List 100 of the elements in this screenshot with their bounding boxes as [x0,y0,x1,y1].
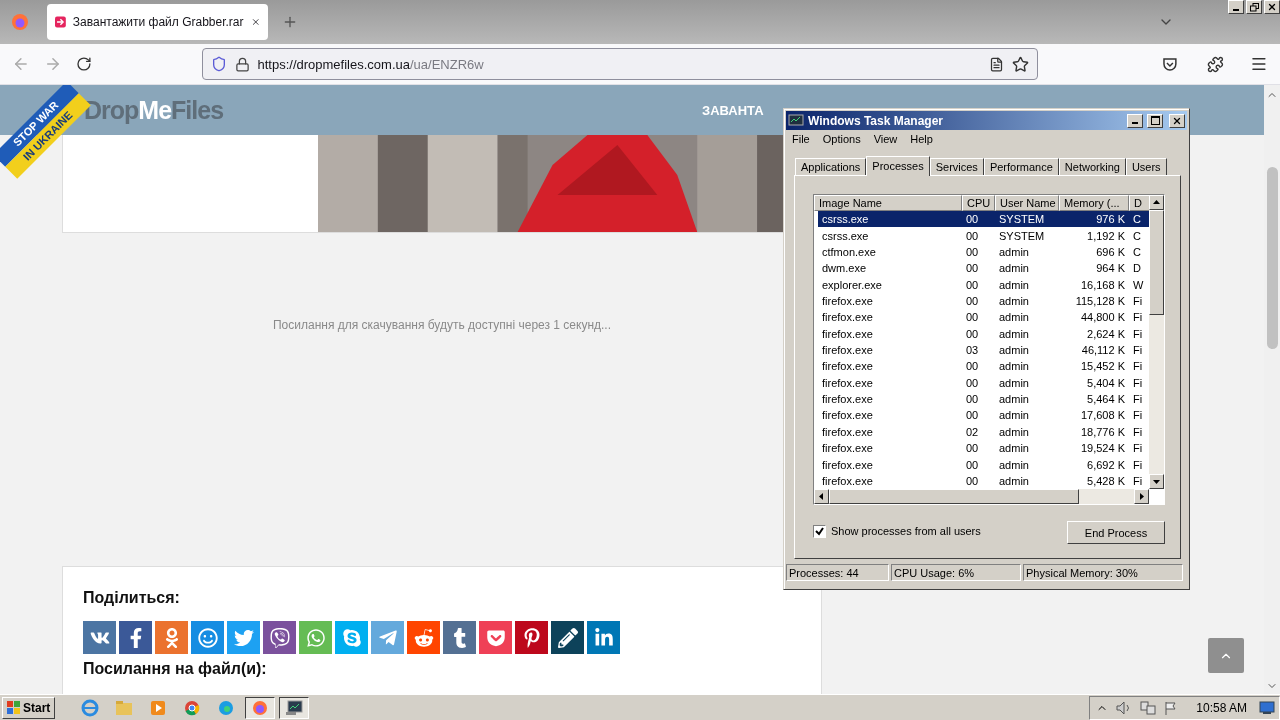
process-row[interactable]: firefox.exe 00 admin 44,800 K Fi [818,309,1149,326]
table-cell-text: dwm.exe [821,262,868,275]
share-button[interactable] [551,621,584,654]
process-row[interactable]: csrss.exe 00 SYSTEM 976 K C [818,211,1149,228]
end-process-button[interactable]: End Process [1067,521,1165,544]
table-cell-text: C [1132,213,1142,226]
process-row[interactable]: csrss.exe 00 SYSTEM 1,192 K C [818,227,1149,244]
share-button[interactable] [263,621,296,654]
table-cell-text: admin [998,425,1030,438]
twitter-icon [233,627,254,648]
table-cell-text: 18,776 K [1079,425,1126,438]
process-row[interactable]: firefox.exe 00 admin 6,692 K Fi [818,456,1149,473]
tab[interactable]: Performance [983,158,1059,175]
share-button[interactable] [119,621,152,654]
tab[interactable]: Processes [866,156,930,176]
lock-icon[interactable] [234,56,250,72]
process-row[interactable]: firefox.exe 00 admin 2,624 K Fi [818,325,1149,342]
share-button[interactable] [443,621,476,654]
process-row[interactable]: firefox.exe 00 admin 5,428 K Fi [818,472,1149,489]
network-icon[interactable] [1140,700,1157,715]
checkbox[interactable] [813,524,826,538]
process-row[interactable]: firefox.exe 00 admin 115,128 K Fi [818,292,1149,310]
pocket-icon[interactable] [1161,56,1178,72]
menu-icon[interactable] [1250,55,1268,73]
restore-button[interactable] [1246,0,1262,14]
table-cell-text: firefox.exe [821,344,874,357]
new-tab-icon[interactable] [282,14,298,30]
column-header[interactable]: User Name [995,195,1059,211]
firefox-taskbar-icon[interactable] [245,696,276,719]
vertical-scrollbar[interactable] [1149,195,1164,489]
viber-icon [269,627,290,648]
table-cell-text: admin [998,262,1030,275]
table-cell-text: D [1132,262,1142,275]
table-cell-text: 17,608 K [1079,409,1126,422]
reload-icon[interactable] [75,56,92,72]
table-cell-text: Fi [1132,344,1144,357]
clock[interactable]: 10:58 AM [1196,700,1247,715]
table-cell-text: SYSTEM [998,213,1046,226]
shield-icon[interactable] [210,56,227,72]
left-arrow-icon [818,493,825,500]
menu-item[interactable]: File [792,133,810,145]
table-cell-text: firefox.exe [821,409,874,422]
reader-icon[interactable] [988,56,1004,72]
table-cell-text: C [1132,245,1142,258]
tab[interactable]: Networking [1058,158,1126,175]
table-cell-text: 976 K [1095,213,1126,226]
extensions-icon[interactable] [1207,55,1225,73]
table-cell-text: 15,452 K [1079,360,1126,373]
minimize-button[interactable] [1127,113,1143,128]
table-cell-text: Fi [1132,311,1144,324]
tab[interactable]: Applications [795,158,867,175]
table-cell-text: admin [998,409,1030,422]
tab[interactable]: Services [929,158,984,175]
table-cell-text: 00 [965,474,980,487]
process-row[interactable]: ctfmon.exe 00 admin 696 K C [818,243,1149,261]
address-field[interactable]: https://dropmefiles.com.ua/ua/ENZR6w [201,48,1038,80]
process-row[interactable]: firefox.exe 00 admin 17,608 K Fi [818,407,1149,424]
column-header[interactable]: D [1129,195,1149,211]
table-cell-text: 5,404 K [1086,376,1126,389]
table-cell-text: admin [998,360,1030,373]
column-header[interactable]: Memory (... [1059,195,1129,211]
process-row[interactable]: firefox.exe 00 admin 19,524 K Fi [818,440,1149,457]
process-row[interactable]: firefox.exe 02 admin 18,776 K Fi [818,423,1149,441]
column-header[interactable]: Image Name [814,195,962,211]
share-button[interactable] [83,621,116,654]
flag-icon[interactable] [1164,700,1179,715]
share-button[interactable] [587,621,620,654]
table-cell-text: admin [998,327,1030,340]
show-desktop-icon[interactable] [1259,700,1275,715]
column-header[interactable]: CPU [962,195,995,211]
browser-tab[interactable]: Завантажити файл Grabber.rar [47,4,268,40]
start-button[interactable]: Start [2,696,56,719]
table-cell-text: 00 [965,262,980,275]
livejournal-icon [557,627,578,648]
process-row[interactable]: firefox.exe 03 admin 46,112 K Fi [818,341,1149,359]
table-cell-text: admin [998,245,1030,258]
process-row[interactable]: firefox.exe 00 admin 5,404 K Fi [818,374,1149,391]
close-button[interactable] [1264,0,1280,14]
share-button[interactable] [515,621,548,654]
minimize-button[interactable] [1228,0,1244,14]
menu-item[interactable]: View [873,133,898,145]
horizontal-scrollbar[interactable] [814,489,1149,504]
table-cell-text: Fi [1132,409,1144,422]
monitor-icon[interactable] [279,696,310,719]
tab[interactable]: Users [1125,158,1167,175]
maximize-button[interactable] [1147,113,1163,128]
menu-item[interactable]: Help [910,133,933,145]
table-cell-text: admin [998,294,1030,307]
status-field: Physical Memory: 30% [1023,564,1183,581]
process-row[interactable]: dwm.exe 00 admin 964 K D [818,260,1149,277]
process-row[interactable]: firefox.exe 00 admin 5,464 K Fi [818,390,1149,408]
process-row[interactable]: firefox.exe 00 admin 15,452 K Fi [818,358,1149,375]
windows-flag-icon [7,701,21,714]
process-row[interactable]: explorer.exe 00 admin 16,168 K W [818,276,1149,293]
table-cell-text: admin [998,278,1030,291]
scroll-thumb[interactable] [1266,167,1278,349]
table-cell-text: 00 [965,409,980,422]
menu-item[interactable]: Options [822,133,861,145]
close-button[interactable] [1169,113,1185,128]
star-icon[interactable] [1011,55,1029,73]
